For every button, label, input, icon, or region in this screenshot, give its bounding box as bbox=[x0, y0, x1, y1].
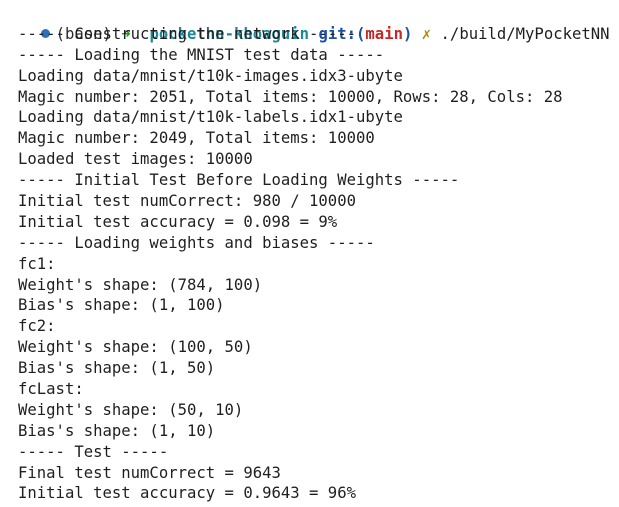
output-line: fcLast: bbox=[18, 380, 84, 399]
output-line: Loading data/mnist/t10k-labels.idx1-ubyt… bbox=[18, 108, 403, 127]
output-line: Initial test numCorrect: 980 / 10000 bbox=[18, 192, 356, 211]
shell-prompt: (base) ➜ pocketnn-khoaguin git:(main) ✗ … bbox=[0, 3, 619, 43]
output-line: Bias's shape: (1, 100) bbox=[18, 296, 225, 315]
command-text: ./build/MyPocketNN bbox=[440, 24, 610, 43]
output-line: ----- Initial Test Before Loading Weight… bbox=[18, 171, 460, 190]
output-line: Magic number: 2049, Total items: 10000 bbox=[18, 129, 375, 148]
output-line: Bias's shape: (1, 10) bbox=[18, 421, 216, 440]
output-line: Weight's shape: (50, 10) bbox=[18, 400, 244, 419]
output-line: ----- Test ----- bbox=[18, 442, 169, 461]
output-line: Weight's shape: (784, 100) bbox=[18, 275, 263, 294]
output-line: Bias's shape: (1, 50) bbox=[18, 359, 216, 378]
output-line: fc1: bbox=[18, 254, 56, 273]
output-line: Initial test accuracy = 0.9643 = 96% bbox=[18, 484, 356, 503]
output-line: Final test numCorrect = 9643 bbox=[18, 463, 281, 482]
output-line: Magic number: 2051, Total items: 10000, … bbox=[18, 87, 563, 106]
output-line: Weight's shape: (100, 50) bbox=[18, 338, 253, 357]
git-label-close: ) bbox=[402, 24, 413, 43]
output-line: Loaded test images: 10000 bbox=[18, 150, 253, 169]
git-branch: main bbox=[365, 24, 403, 43]
terminal-window[interactable]: (base) ➜ pocketnn-khoaguin git:(main) ✗ … bbox=[0, 0, 619, 507]
output-line: Loading data/mnist/t10k-images.idx3-ubyt… bbox=[18, 66, 403, 85]
output-line: ----- Loading the MNIST test data ----- bbox=[18, 45, 385, 64]
output-line: Initial test accuracy = 0.098 = 9% bbox=[18, 212, 338, 231]
git-dirty-icon: ✗ bbox=[421, 24, 432, 43]
output-line: ----- Loading weights and biases ----- bbox=[18, 233, 375, 252]
output-line: fc2: bbox=[18, 317, 56, 336]
